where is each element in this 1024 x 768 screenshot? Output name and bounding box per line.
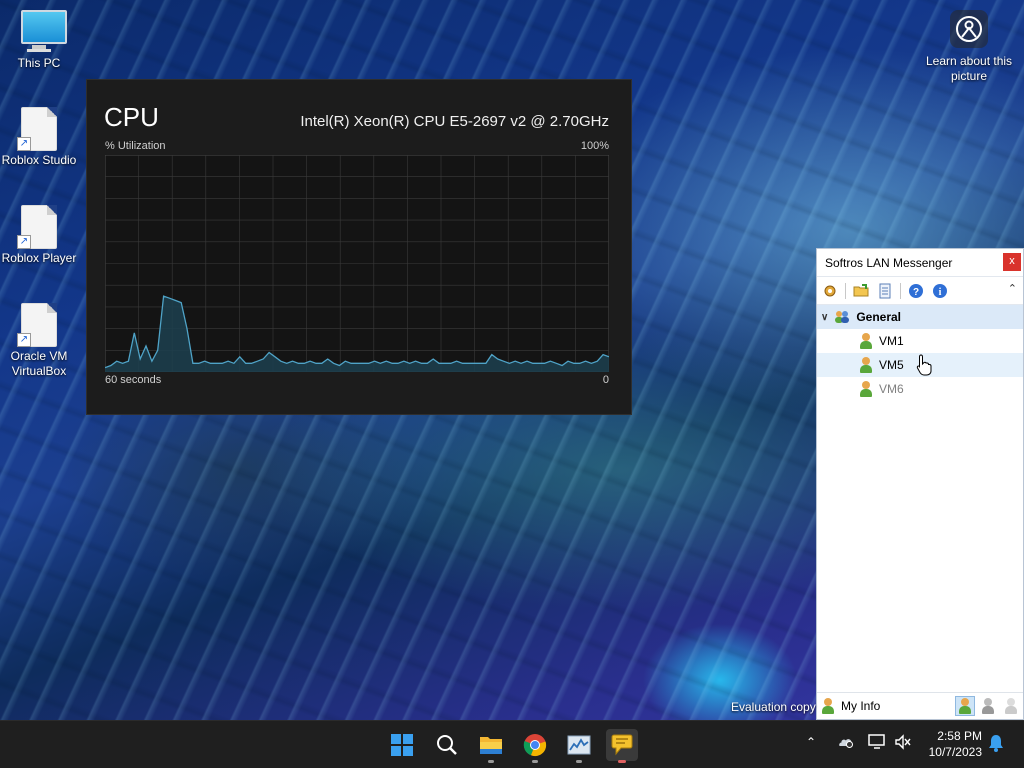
running-indicator bbox=[488, 760, 494, 763]
desktop-icon-label: This PC bbox=[17, 56, 61, 70]
contact-name: VM1 bbox=[879, 334, 904, 348]
desktop-icon-label: Roblox Studio bbox=[1, 153, 77, 167]
camera-info-icon bbox=[950, 10, 988, 48]
svg-text:?: ? bbox=[913, 287, 919, 298]
chevron-up-icon[interactable]: ⌃ bbox=[806, 735, 816, 749]
softros-messenger-icon bbox=[611, 734, 633, 756]
chrome-icon bbox=[523, 734, 547, 757]
help-icon[interactable]: ? bbox=[907, 282, 925, 300]
contact-group-general[interactable]: ∨ General bbox=[817, 305, 1023, 329]
info-icon[interactable]: i bbox=[931, 282, 949, 300]
contact-name: VM5 bbox=[879, 358, 904, 372]
contact-name: VM6 bbox=[879, 382, 904, 396]
taskbar: ⌃ 2:58 PM 10/7/2023 bbox=[0, 720, 1024, 768]
file-shortcut-icon: ↗ bbox=[17, 205, 57, 249]
softros-messenger-button[interactable] bbox=[606, 729, 638, 763]
history-icon[interactable] bbox=[876, 282, 894, 300]
contact-vm1[interactable]: VM1 bbox=[817, 329, 1023, 353]
desktop-icon-virtualbox[interactable]: ↗ Oracle VM VirtualBox bbox=[1, 303, 77, 379]
my-info-link[interactable]: My Info bbox=[841, 699, 880, 713]
folder-icon[interactable] bbox=[852, 282, 870, 300]
group-icon bbox=[834, 310, 850, 324]
clock-time: 2:58 PM bbox=[937, 729, 982, 743]
search-button[interactable] bbox=[431, 729, 463, 761]
y-axis-max-label: 100% bbox=[580, 140, 609, 152]
desktop-icon-label: Oracle VM VirtualBox bbox=[10, 349, 68, 378]
cpu-monitor-widget[interactable]: CPU Intel(R) Xeon(R) CPU E5-2697 v2 @ 2.… bbox=[86, 79, 632, 415]
contact-vm6[interactable]: VM6 bbox=[817, 377, 1023, 401]
clock-date: 10/7/2023 bbox=[928, 745, 982, 759]
file-explorer-icon bbox=[480, 737, 502, 754]
settings-icon[interactable] bbox=[821, 282, 839, 300]
task-manager-icon bbox=[567, 735, 591, 755]
user-online-icon bbox=[859, 333, 873, 349]
desktop-icon-roblox-player[interactable]: ↗ Roblox Player bbox=[1, 205, 77, 266]
x-axis-right-label: 0 bbox=[602, 374, 609, 386]
user-away-icon bbox=[859, 381, 873, 397]
status-selector bbox=[955, 696, 1021, 716]
desktop-icon-this-pc[interactable]: This PC bbox=[1, 10, 77, 71]
close-button[interactable]: x bbox=[1003, 253, 1021, 271]
toolbar-separator bbox=[845, 282, 846, 299]
toolbar-separator bbox=[900, 282, 901, 299]
file-explorer-button[interactable] bbox=[475, 729, 507, 763]
running-indicator bbox=[618, 760, 626, 763]
monitor-icon bbox=[21, 10, 67, 52]
display-icon[interactable] bbox=[868, 734, 886, 753]
contact-vm5[interactable]: VM5 bbox=[817, 353, 1023, 377]
status-away-button[interactable] bbox=[978, 696, 998, 716]
chevron-up-icon[interactable]: ⌃ bbox=[1008, 282, 1017, 295]
messenger-title: Softros LAN Messenger bbox=[825, 255, 953, 270]
speaker-muted-icon[interactable] bbox=[894, 734, 912, 753]
cpu-utilization-graph bbox=[105, 155, 609, 372]
desktop-icon-roblox-studio[interactable]: ↗ Roblox Studio bbox=[1, 107, 77, 168]
running-indicator bbox=[532, 760, 538, 763]
onedrive-icon[interactable] bbox=[836, 734, 854, 751]
hand-cursor-icon bbox=[916, 354, 932, 376]
task-manager-button[interactable] bbox=[563, 729, 595, 763]
clock[interactable]: 2:58 PM 10/7/2023 bbox=[929, 728, 982, 760]
learn-about-picture[interactable]: Learn about this picture bbox=[924, 10, 1014, 84]
cpu-title: CPU bbox=[104, 102, 159, 132]
bell-icon[interactable] bbox=[988, 734, 1004, 755]
x-axis-left-label: 60 seconds bbox=[105, 374, 162, 386]
my-info-icon bbox=[821, 698, 835, 714]
start-button[interactable] bbox=[386, 729, 418, 761]
search-icon bbox=[437, 735, 457, 755]
learn-about-picture-label: Learn about this picture bbox=[925, 54, 1013, 83]
y-axis-label: % Utilization bbox=[105, 140, 166, 152]
messenger-toolbar: ? i ⌃ bbox=[817, 277, 1023, 305]
messenger-titlebar[interactable]: Softros LAN Messenger x bbox=[817, 249, 1023, 277]
status-offline-button[interactable] bbox=[1001, 696, 1021, 716]
status-online-button[interactable] bbox=[955, 696, 975, 716]
running-indicator bbox=[576, 760, 582, 763]
evaluation-watermark: Evaluation copy bbox=[731, 700, 816, 714]
cpu-model: Intel(R) Xeon(R) CPU E5-2697 v2 @ 2.70GH… bbox=[300, 113, 609, 130]
file-shortcut-icon: ↗ bbox=[17, 107, 57, 151]
messenger-footer: My Info bbox=[817, 692, 1023, 719]
group-label: General bbox=[856, 310, 902, 324]
lan-messenger-window[interactable]: Softros LAN Messenger x ? i ⌃ ∨ General … bbox=[816, 248, 1024, 720]
chevron-down-icon[interactable]: ∨ bbox=[821, 312, 828, 323]
start-icon bbox=[391, 734, 413, 756]
desktop-icon-label: Roblox Player bbox=[1, 251, 77, 265]
chrome-button[interactable] bbox=[519, 729, 551, 763]
user-online-icon bbox=[859, 357, 873, 373]
svg-text:i: i bbox=[939, 287, 942, 298]
file-shortcut-icon: ↗ bbox=[17, 303, 57, 347]
